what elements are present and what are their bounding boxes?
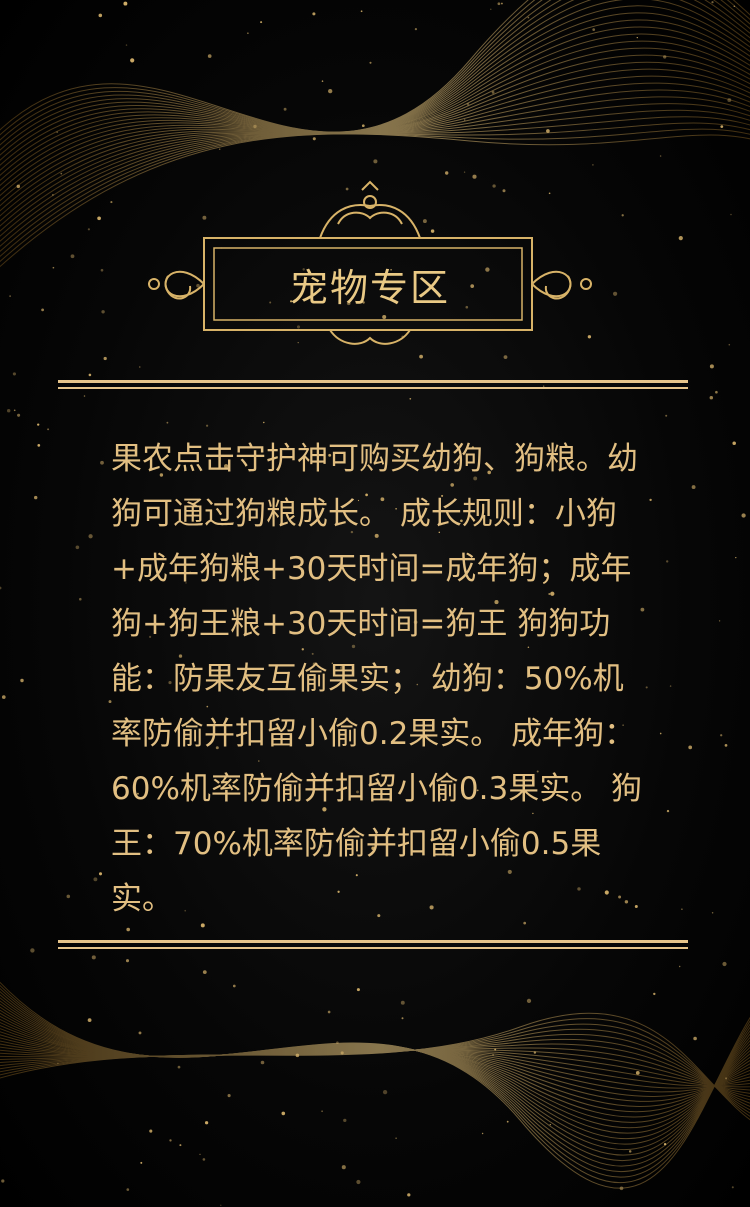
pet-zone-page: 宠物专区 果农点击守护神可购买幼狗、狗粮。幼狗可通过狗粮成长。 成长规则：小狗+…	[0, 0, 750, 1207]
top-divider	[58, 380, 688, 390]
section-description: 果农点击守护神可购买幼狗、狗粮。幼狗可通过狗粮成长。 成长规则：小狗+成年狗粮+…	[111, 441, 643, 917]
bottom-divider	[58, 940, 688, 950]
section-title: 宠物专区	[289, 265, 450, 310]
